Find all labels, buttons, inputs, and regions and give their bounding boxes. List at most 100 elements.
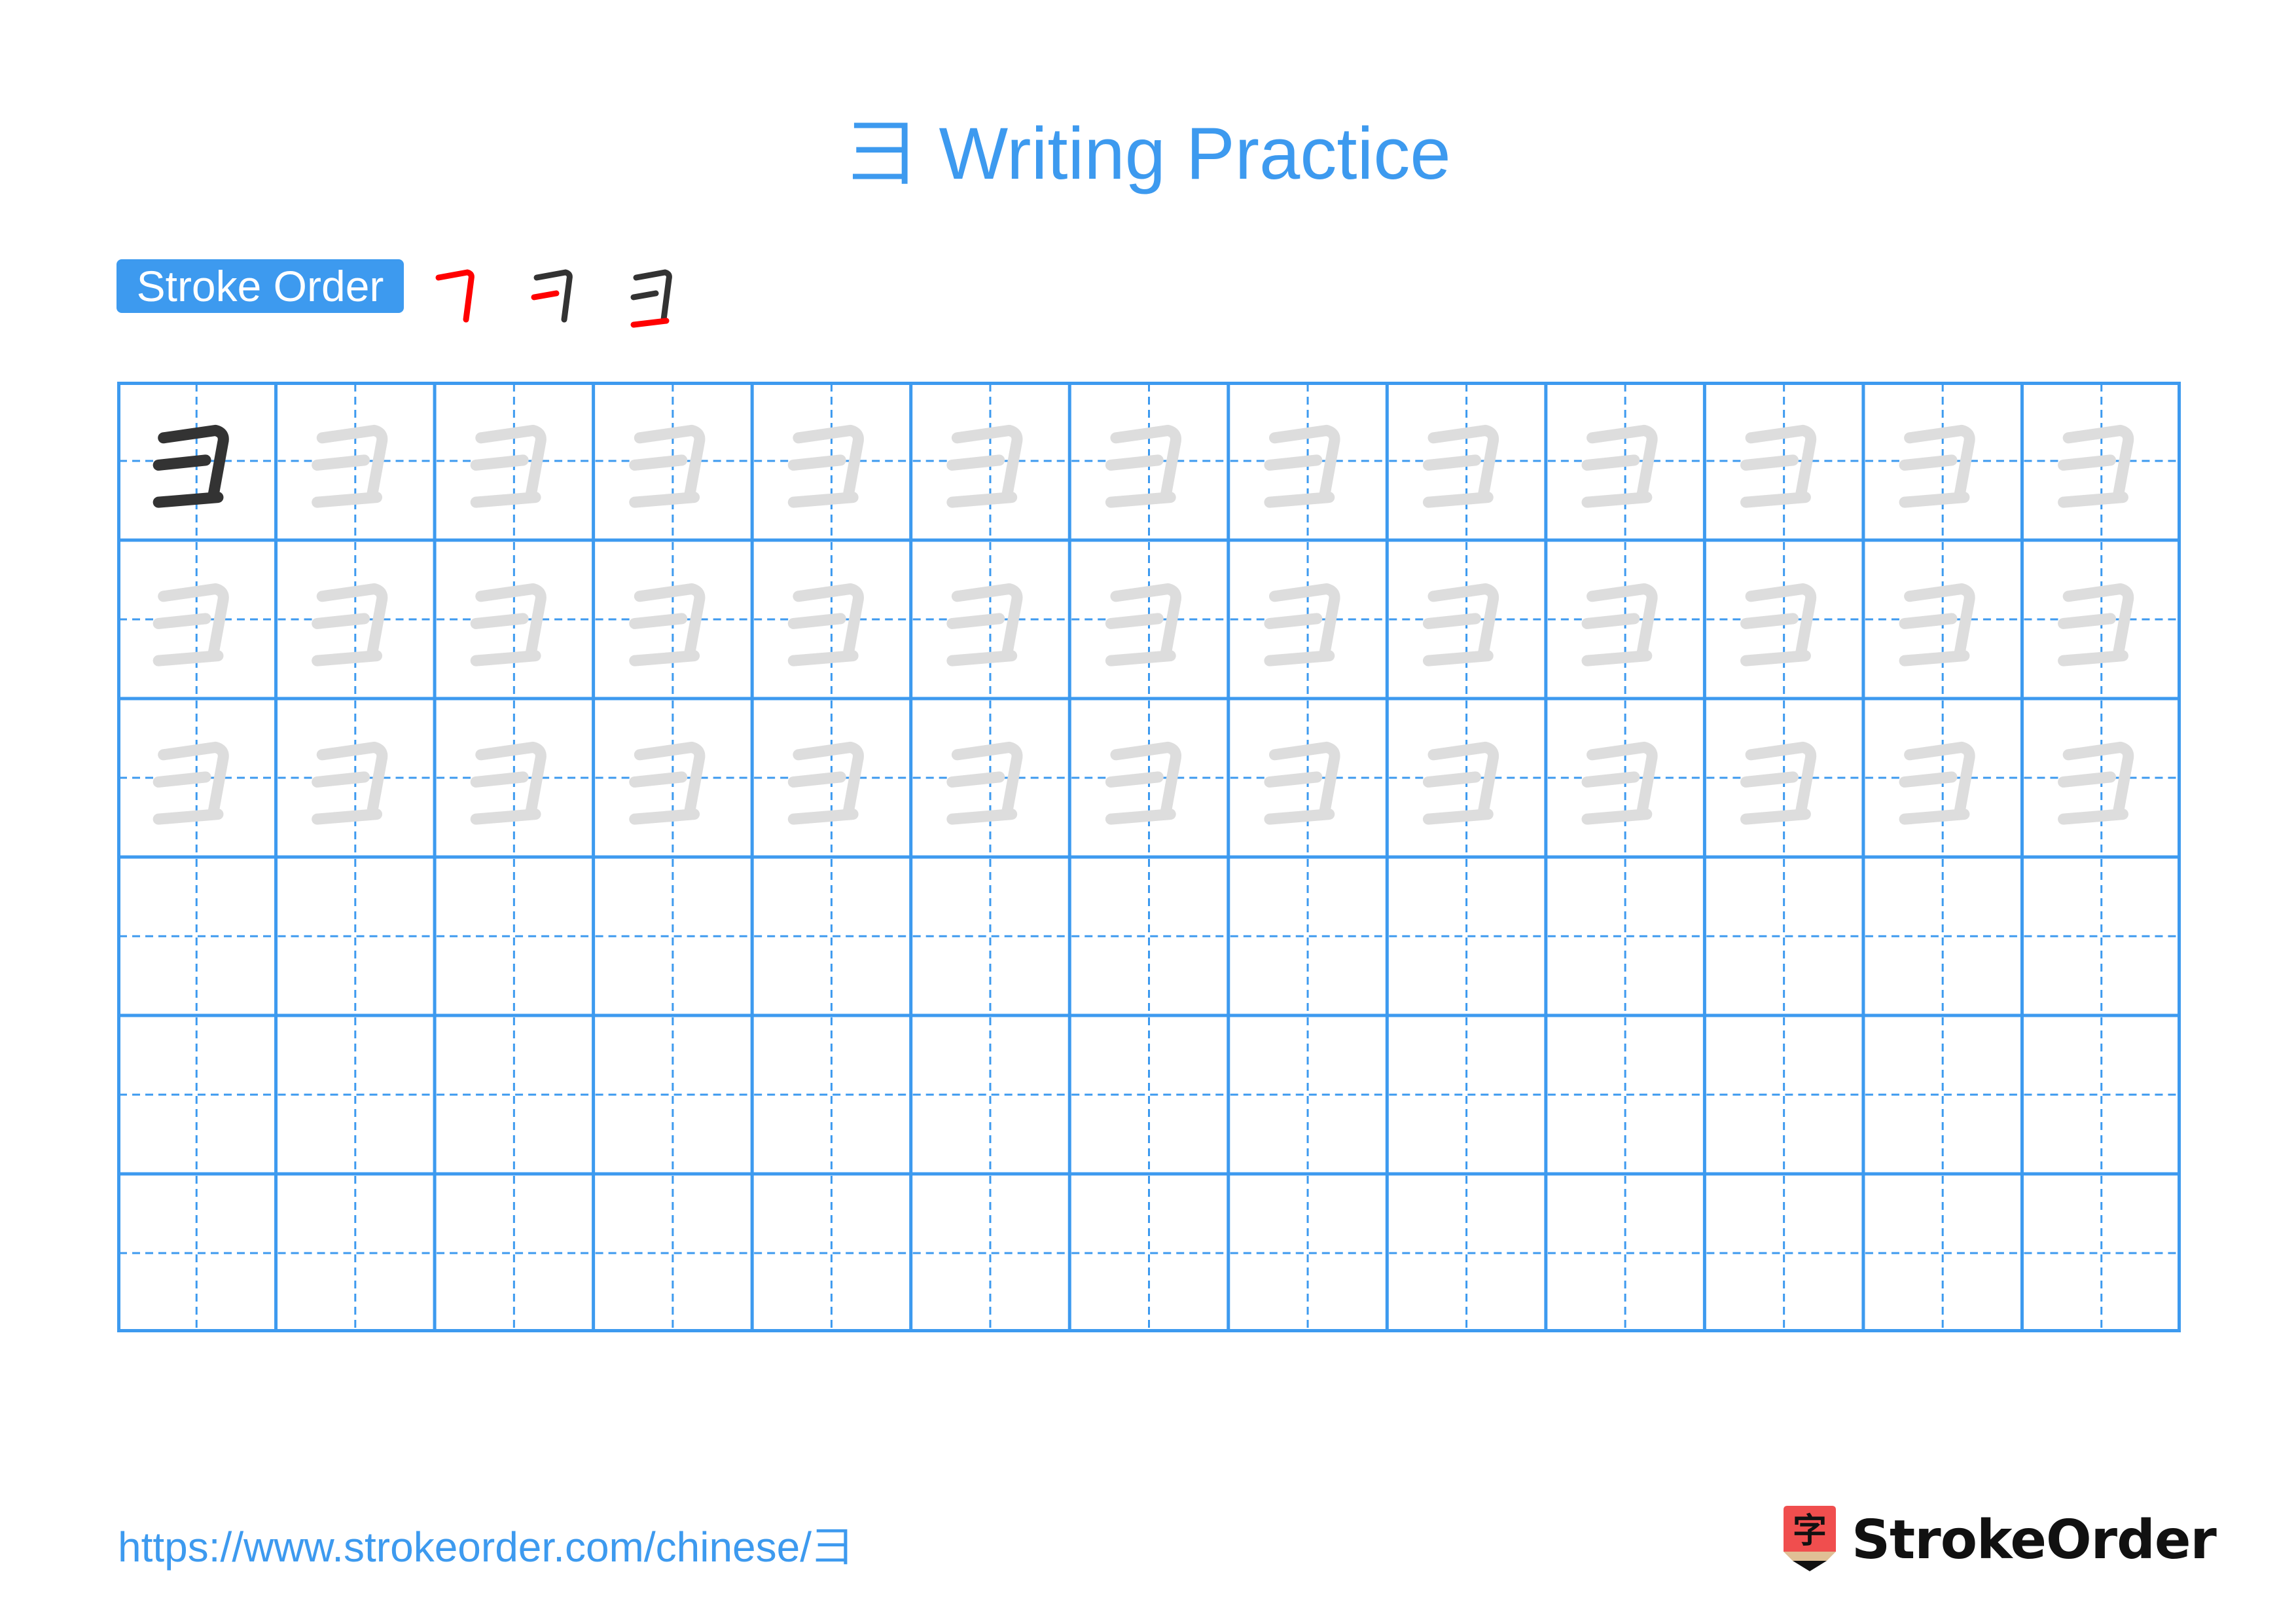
practice-cell[interactable] <box>2024 1017 2179 1172</box>
practice-cell[interactable] <box>595 1176 751 1330</box>
practice-cell[interactable] <box>1230 384 1386 538</box>
practice-cell[interactable] <box>119 1176 274 1330</box>
practice-cell[interactable] <box>1865 701 2020 855</box>
practice-cell[interactable] <box>1547 542 1703 697</box>
practice-cell[interactable] <box>754 701 909 855</box>
brand-pencil-icon: 字 <box>1784 1506 1836 1571</box>
practice-cell[interactable] <box>1389 542 1544 697</box>
practice-cell[interactable] <box>1547 384 1703 538</box>
trace-character <box>1264 741 1340 825</box>
practice-cell[interactable] <box>2024 859 2179 1013</box>
trace-character <box>1422 741 1499 825</box>
practice-cell[interactable] <box>1865 1017 2020 1172</box>
practice-cell[interactable] <box>1389 384 1544 538</box>
practice-cell[interactable] <box>754 859 909 1013</box>
practice-cell[interactable] <box>754 1176 909 1330</box>
practice-cell[interactable] <box>1547 701 1703 855</box>
practice-cell[interactable] <box>2024 384 2179 538</box>
trace-character <box>1899 424 1975 508</box>
trace-character <box>1105 583 1181 666</box>
trace-character <box>629 741 706 825</box>
practice-cell[interactable] <box>595 1017 751 1172</box>
practice-cell[interactable] <box>2024 701 2179 855</box>
practice-cell[interactable] <box>119 542 274 697</box>
practice-cell[interactable] <box>278 1176 433 1330</box>
practice-cell[interactable] <box>1230 542 1386 697</box>
practice-cell[interactable] <box>1071 1017 1227 1172</box>
practice-cell[interactable] <box>278 1017 433 1172</box>
practice-cell[interactable] <box>754 1017 909 1172</box>
practice-cell[interactable] <box>2024 542 2179 697</box>
trace-character <box>2058 424 2134 508</box>
stroke-step-2 <box>531 269 573 323</box>
practice-cell[interactable] <box>595 384 751 538</box>
practice-cell[interactable] <box>1389 859 1544 1013</box>
practice-cell[interactable] <box>1389 1176 1544 1330</box>
practice-cell[interactable] <box>1706 1176 1861 1330</box>
practice-cell[interactable] <box>1230 701 1386 855</box>
practice-cell[interactable] <box>1230 1017 1386 1172</box>
brand-name: StrokeOrder <box>1852 1509 2217 1571</box>
practice-cell[interactable] <box>912 1176 1068 1330</box>
practice-cell[interactable] <box>1865 1176 2020 1330</box>
practice-cell[interactable] <box>1865 859 2020 1013</box>
practice-cell[interactable] <box>912 384 1068 538</box>
practice-cell[interactable] <box>1547 1176 1703 1330</box>
practice-cell[interactable] <box>1389 1017 1544 1172</box>
practice-cell[interactable] <box>278 542 433 697</box>
practice-cell[interactable] <box>437 1017 592 1172</box>
trace-character <box>1105 741 1181 825</box>
practice-cell[interactable] <box>1071 1176 1227 1330</box>
practice-cell[interactable] <box>278 859 433 1013</box>
practice-cell[interactable] <box>912 701 1068 855</box>
practice-cell[interactable] <box>1706 384 1861 538</box>
practice-cell[interactable] <box>2024 1176 2179 1330</box>
practice-cell[interactable] <box>1706 859 1861 1013</box>
practice-cell[interactable] <box>1230 1176 1386 1330</box>
practice-cell[interactable] <box>912 1017 1068 1172</box>
practice-cell[interactable] <box>754 542 909 697</box>
practice-cell[interactable] <box>1547 859 1703 1013</box>
practice-cell[interactable] <box>1706 701 1861 855</box>
practice-cell[interactable] <box>912 859 1068 1013</box>
practice-cell[interactable] <box>1865 384 2020 538</box>
practice-cell[interactable] <box>119 384 274 538</box>
practice-cell[interactable] <box>1230 859 1386 1013</box>
practice-cell[interactable] <box>1071 384 1227 538</box>
practice-cell[interactable] <box>1071 859 1227 1013</box>
practice-cell[interactable] <box>119 701 274 855</box>
trace-character <box>470 583 547 666</box>
practice-cell[interactable] <box>1071 701 1227 855</box>
practice-cell[interactable] <box>1389 701 1544 855</box>
practice-cell[interactable] <box>912 542 1068 697</box>
model-character <box>152 424 229 508</box>
trace-character <box>2058 741 2134 825</box>
practice-cell[interactable] <box>595 859 751 1013</box>
trace-character <box>1899 583 1975 666</box>
practice-cell[interactable] <box>1865 542 2020 697</box>
trace-character <box>787 741 864 825</box>
practice-cell[interactable] <box>437 701 592 855</box>
practice-cell[interactable] <box>119 1017 274 1172</box>
practice-cell[interactable] <box>1547 1017 1703 1172</box>
practice-cell[interactable] <box>595 701 751 855</box>
practice-cell[interactable] <box>278 384 433 538</box>
practice-cell[interactable] <box>595 542 751 697</box>
practice-cell[interactable] <box>437 859 592 1013</box>
trace-character <box>946 741 1023 825</box>
practice-cell[interactable] <box>1706 1017 1861 1172</box>
practice-cell[interactable] <box>119 859 274 1013</box>
trace-character <box>946 583 1023 666</box>
practice-cell[interactable] <box>1071 542 1227 697</box>
practice-cell[interactable] <box>437 542 592 697</box>
practice-cell[interactable] <box>278 701 433 855</box>
practice-cell[interactable] <box>1706 542 1861 697</box>
practice-grid <box>117 382 2181 1332</box>
source-url[interactable]: https://www.strokeorder.com/chinese/彐 <box>118 1518 853 1577</box>
stroke-step-3 <box>630 269 672 328</box>
practice-cell[interactable] <box>437 1176 592 1330</box>
practice-cell[interactable] <box>754 384 909 538</box>
trace-character <box>470 741 547 825</box>
practice-cell[interactable] <box>437 384 592 538</box>
trace-character <box>1422 424 1499 508</box>
